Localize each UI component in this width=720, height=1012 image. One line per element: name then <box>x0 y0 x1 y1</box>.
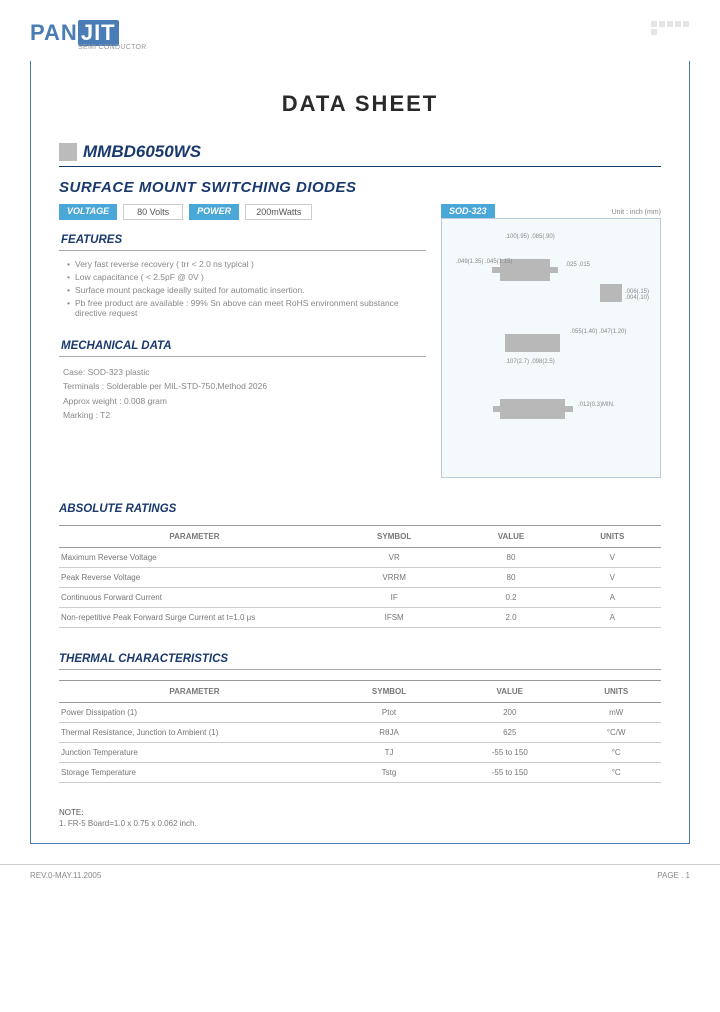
th-units: UNITS <box>564 526 661 548</box>
table-row: Junction TemperatureTJ-55 to 150°C <box>59 743 661 763</box>
spec-line: VOLTAGE 80 Volts POWER 200mWatts <box>59 204 426 220</box>
pkg-dim: .012(0.3)MIN. <box>578 402 615 408</box>
right-column: SOD-323 Unit : inch (mm) .100(.95) .085(… <box>441 204 661 478</box>
table-row: Peak Reverse VoltageVRRM80V <box>59 568 661 588</box>
footer-page: PAGE . 1 <box>657 871 690 880</box>
note-block: NOTE: 1. FR-5 Board=1.0 x 0.75 x 0.062 i… <box>59 808 661 828</box>
table-row: Continuous Forward CurrentIF0.2A <box>59 588 661 608</box>
left-column: VOLTAGE 80 Volts POWER 200mWatts FEATURE… <box>59 204 426 478</box>
feature-item: Very fast reverse recovery ( trr < 2.0 n… <box>67 259 426 269</box>
part-number: MMBD6050WS <box>83 142 201 162</box>
company-logo: PANJIT SEMI CONDUCTOR <box>30 20 147 51</box>
thermal-table: PARAMETER SYMBOL VALUE UNITS Power Dissi… <box>59 680 661 783</box>
th-param: PARAMETER <box>59 526 330 548</box>
part-marker-icon <box>59 143 77 161</box>
footer-revision: REV.0-MAY.11.2005 <box>30 871 101 880</box>
header-logo-row: PANJIT SEMI CONDUCTOR <box>30 20 690 51</box>
thermal-heading: THERMAL CHARACTERISTICS <box>59 653 661 670</box>
decor-icon <box>650 20 690 36</box>
table-row: Maximum Reverse VoltageVR80V <box>59 548 661 568</box>
absolute-ratings-heading: ABSOLUTE RATINGS <box>59 503 661 515</box>
feature-item: Low capacitance ( < 2.5pF @ 0V ) <box>67 272 426 282</box>
table-row: Thermal Resistance, Junction to Ambient … <box>59 723 661 743</box>
power-value: 200mWatts <box>245 204 312 220</box>
power-label: POWER <box>189 204 239 220</box>
pkg-dim: .025 .015 <box>565 262 590 268</box>
mechanical-data: Case: SOD-323 plastic Terminals : Solder… <box>59 365 426 423</box>
mech-marking: Marking : T2 <box>63 408 426 422</box>
pkg-dim: .049(1.35) .045(1.15) <box>456 259 512 265</box>
mech-case: Case: SOD-323 plastic <box>63 365 426 379</box>
th-param: PARAMETER <box>59 681 330 703</box>
logo-subtitle: SEMI CONDUCTOR <box>78 44 147 51</box>
table-row: Storage TemperatureTstg-55 to 150°C <box>59 763 661 783</box>
th-units: UNITS <box>571 681 661 703</box>
page-title: DATA SHEET <box>59 91 661 117</box>
note-text: 1. FR-5 Board=1.0 x 0.75 x 0.062 inch. <box>59 819 661 828</box>
feature-item: Pb free product are available : 99% Sn a… <box>67 298 426 318</box>
mechanical-heading: MECHANICAL DATA <box>59 336 426 357</box>
pkg-dim: .100(.95) .085(.90) <box>505 234 555 240</box>
note-title: NOTE: <box>59 808 661 817</box>
th-value: VALUE <box>458 526 563 548</box>
features-list: Very fast reverse recovery ( trr < 2.0 n… <box>59 259 426 318</box>
sheet-frame: DATA SHEET MMBD6050WS SURFACE MOUNT SWIT… <box>30 61 690 844</box>
pkg-dim: .055(1.40) .047(1.20) <box>570 329 626 335</box>
feature-item: Surface mount package ideally suited for… <box>67 285 426 295</box>
logo-text-left: PAN <box>30 20 78 46</box>
package-unit: Unit : inch (mm) <box>612 207 661 216</box>
absolute-ratings-table: PARAMETER SYMBOL VALUE UNITS Maximum Rev… <box>59 525 661 628</box>
package-diagram: .100(.95) .085(.90) .049(1.35) .045(1.15… <box>441 218 661 478</box>
mech-weight: Approx weight : 0.008 gram <box>63 394 426 408</box>
th-symbol: SYMBOL <box>330 526 459 548</box>
pkg-dim: .107(2.7) .098(2.5) <box>505 359 555 365</box>
th-symbol: SYMBOL <box>330 681 448 703</box>
th-value: VALUE <box>448 681 571 703</box>
voltage-value: 80 Volts <box>123 204 183 220</box>
page-footer: REV.0-MAY.11.2005 PAGE . 1 <box>0 864 720 890</box>
package-name: SOD-323 <box>441 204 495 218</box>
features-heading: FEATURES <box>59 230 426 251</box>
part-number-row: MMBD6050WS <box>59 142 661 167</box>
voltage-label: VOLTAGE <box>59 204 117 220</box>
product-subtitle: SURFACE MOUNT SWITCHING DIODES <box>59 179 661 196</box>
table-row: Power Dissipation (1)Ptot200mW <box>59 703 661 723</box>
logo-text-right: JIT <box>78 20 119 46</box>
table-row: Non-repetitive Peak Forward Surge Curren… <box>59 608 661 628</box>
mech-terminals: Terminals : Solderable per MIL-STD-750,M… <box>63 379 426 393</box>
pkg-dim: .006(.15) .004(.10) <box>625 289 652 301</box>
